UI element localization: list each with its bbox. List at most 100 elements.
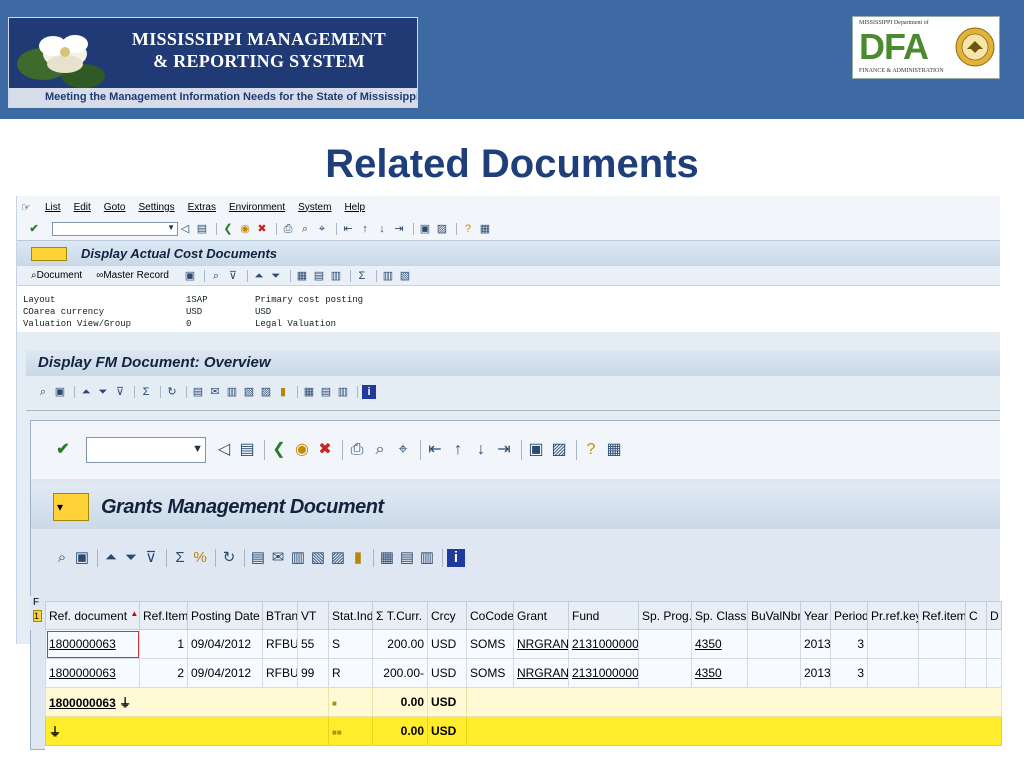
prev-page-icon[interactable]: ↑ [358, 222, 372, 236]
check-icon[interactable]: ✔ [27, 222, 41, 236]
print-icon[interactable]: ⎙ [281, 222, 295, 236]
next-page-icon[interactable]: ↓ [471, 440, 491, 460]
exit-icon[interactable]: ◉ [292, 440, 312, 460]
grant-link[interactable]: NRGRANT [513, 658, 569, 688]
magnifier-icon[interactable]: ⌕ [53, 549, 71, 567]
graphic-icon[interactable]: ▨ [259, 385, 273, 399]
column-header[interactable]: BuValNbr. [747, 601, 801, 630]
column-header[interactable]: Period [830, 601, 868, 630]
detail-icon[interactable]: ▣ [53, 385, 67, 399]
save-icon[interactable]: ▤ [237, 440, 257, 460]
grant-link[interactable]: NRGRANT [513, 629, 569, 659]
last-page-icon[interactable]: ⇥ [494, 440, 514, 460]
column-header[interactable]: Sp. Prog. [638, 601, 692, 630]
back-icon[interactable]: ❮ [221, 222, 235, 236]
save-icon[interactable]: ▤ [195, 222, 209, 236]
graphic-icon[interactable]: ▧ [398, 269, 412, 283]
print-preview-icon[interactable]: ▤ [249, 549, 267, 567]
detail-icon[interactable]: ▣ [183, 269, 197, 283]
cancel-icon[interactable]: ✖ [255, 222, 269, 236]
mail-icon[interactable]: ✉ [208, 385, 222, 399]
shortcut-icon[interactable]: ▨ [435, 222, 449, 236]
menu-goto[interactable]: Goto [104, 202, 126, 213]
column-header[interactable]: Sp. Class [691, 601, 748, 630]
magnifier-icon[interactable]: ⌕ [209, 269, 223, 283]
menu-help[interactable]: Help [344, 202, 365, 213]
choose-layout-icon[interactable]: ▤ [398, 549, 416, 567]
fund-link[interactable]: 2131000000 [568, 658, 639, 688]
choose-layout-icon[interactable]: ▤ [312, 269, 326, 283]
subtotal-ref-document[interactable]: 1800000063 [49, 696, 116, 710]
sort-descending-icon[interactable]: ⏷ [122, 549, 140, 567]
magnifier-icon[interactable]: ⌕ [36, 385, 50, 399]
shortcut-icon[interactable]: ▨ [549, 440, 569, 460]
layout-icon[interactable]: ▦ [302, 385, 316, 399]
sp-class-link[interactable]: 4350 [691, 658, 748, 688]
info-icon[interactable]: i [447, 549, 465, 567]
sort-ascending-icon[interactable]: ⏶ [252, 269, 266, 283]
next-page-icon[interactable]: ↓ [375, 222, 389, 236]
column-header[interactable]: CoCode [466, 601, 514, 630]
help-icon[interactable]: ? [581, 440, 601, 460]
menu-extras[interactable]: Extras [188, 202, 216, 213]
export-icon[interactable]: ▥ [289, 549, 307, 567]
chart-icon[interactable]: ▮ [349, 549, 367, 567]
menu-edit[interactable]: Edit [74, 202, 91, 213]
column-header[interactable]: VT [297, 601, 329, 630]
table-row[interactable]: 1800000063 1 09/04/2012 RFBU 55 S 200.00… [45, 629, 1002, 659]
column-header[interactable]: D [986, 601, 1002, 630]
command-field[interactable]: ▼ [86, 437, 206, 463]
sp-class-link[interactable]: 4350 [691, 629, 748, 659]
layout-icon[interactable]: ▦ [295, 269, 309, 283]
choose-layout-icon[interactable]: ▤ [319, 385, 333, 399]
sum-icon[interactable]: Σ [171, 549, 189, 567]
chevron-down-icon[interactable]: ▼ [192, 443, 203, 455]
find-next-icon[interactable]: ⌖ [315, 222, 329, 236]
column-header[interactable]: Pr.ref.key [867, 601, 919, 630]
layout-icon[interactable]: ▦ [378, 549, 396, 567]
sort-ascending-icon[interactable]: ⏶ [79, 385, 93, 399]
column-header[interactable]: Year [800, 601, 831, 630]
column-header[interactable]: Stat.Ind. [328, 601, 373, 630]
subtotal-icon[interactable]: % [191, 549, 209, 567]
column-header[interactable]: Fund [568, 601, 639, 630]
abc-analysis-icon[interactable]: ▧ [242, 385, 256, 399]
column-header[interactable]: Ref.item [918, 601, 966, 630]
column-header[interactable]: Posting Date [187, 601, 263, 630]
menu-system[interactable]: System [298, 202, 331, 213]
new-session-icon[interactable]: ▣ [418, 222, 432, 236]
filter-icon[interactable]: ⊽ [113, 385, 127, 399]
export-icon[interactable]: ▥ [381, 269, 395, 283]
filter-icon[interactable]: ⊽ [226, 269, 240, 283]
refresh-icon[interactable]: ↻ [220, 549, 238, 567]
command-field[interactable]: ▼ [52, 222, 178, 236]
menu-settings[interactable]: Settings [138, 202, 174, 213]
back-arrow-icon[interactable]: ◁ [214, 440, 234, 460]
save-layout-icon[interactable]: ▥ [418, 549, 436, 567]
table-row[interactable]: 1800000063 2 09/04/2012 RFBU 99 R 200.00… [45, 658, 1002, 688]
abc-analysis-icon[interactable]: ▧ [309, 549, 327, 567]
column-header[interactable]: Grant [513, 601, 569, 630]
layout-menu-icon[interactable]: ▦ [604, 440, 624, 460]
menu-environment[interactable]: Environment [229, 202, 285, 213]
document-button[interactable]: ⌕Document [31, 270, 82, 281]
save-layout-icon[interactable]: ▥ [336, 385, 350, 399]
save-layout-icon[interactable]: ▥ [329, 269, 343, 283]
first-page-icon[interactable]: ⇤ [341, 222, 355, 236]
sum-icon[interactable]: Σ [139, 385, 153, 399]
ref-document-link[interactable]: 1800000063 [45, 658, 140, 688]
menu-icon[interactable]: ☞ [21, 201, 37, 214]
column-header[interactable]: Ref. document ▲ [45, 601, 140, 630]
column-header[interactable]: BTran [262, 601, 298, 630]
sort-descending-icon[interactable]: ⏷ [96, 385, 110, 399]
export-icon[interactable]: ▥ [225, 385, 239, 399]
chart-icon[interactable]: ▮ [276, 385, 290, 399]
print-preview-icon[interactable]: ▤ [191, 385, 205, 399]
column-header[interactable]: Ref.Item [139, 601, 188, 630]
column-header[interactable]: Crcy [427, 601, 467, 630]
menu-list[interactable]: List [45, 202, 61, 213]
ref-document-link[interactable]: 1800000063 [45, 629, 140, 659]
find-icon[interactable]: ⌕ [370, 440, 390, 460]
sum-icon[interactable]: Σ [355, 269, 369, 283]
column-header[interactable]: C [965, 601, 987, 630]
